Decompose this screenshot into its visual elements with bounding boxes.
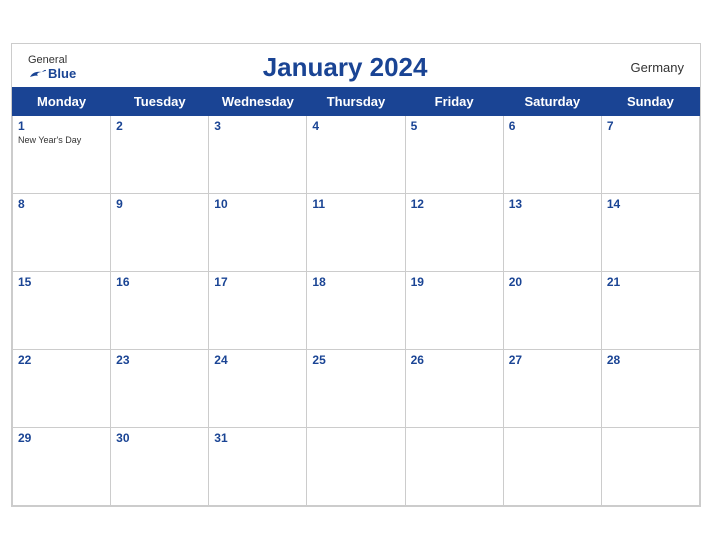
table-row: 28 (601, 350, 699, 428)
table-row: 8 (13, 194, 111, 272)
table-row: 3 (209, 116, 307, 194)
day-number: 15 (18, 275, 105, 289)
day-number: 27 (509, 353, 596, 367)
logo-area: General Blue (28, 54, 76, 81)
table-row: 29 (13, 428, 111, 506)
table-row: 30 (111, 428, 209, 506)
day-number: 13 (509, 197, 596, 211)
calendar-title: January 2024 (263, 52, 428, 83)
day-number: 3 (214, 119, 301, 133)
calendar-week-row: 22 23 24 25 26 27 28 (13, 350, 700, 428)
day-number: 16 (116, 275, 203, 289)
calendar-week-row: 15 16 17 18 19 20 21 (13, 272, 700, 350)
country-label: Germany (614, 60, 684, 75)
holiday-label: New Year's Day (18, 135, 105, 145)
day-number: 9 (116, 197, 203, 211)
logo-blue-text: Blue (28, 66, 76, 81)
day-number: 2 (116, 119, 203, 133)
day-number: 18 (312, 275, 399, 289)
table-row: 15 (13, 272, 111, 350)
day-number: 12 (411, 197, 498, 211)
day-number: 31 (214, 431, 301, 445)
day-number: 21 (607, 275, 694, 289)
table-row: 18 (307, 272, 405, 350)
day-number: 19 (411, 275, 498, 289)
calendar-header: General Blue January 2024 Germany (12, 44, 700, 87)
header-friday: Friday (405, 88, 503, 116)
header-thursday: Thursday (307, 88, 405, 116)
day-number: 26 (411, 353, 498, 367)
day-number: 22 (18, 353, 105, 367)
table-row: 2 (111, 116, 209, 194)
day-number: 29 (18, 431, 105, 445)
table-row: 10 (209, 194, 307, 272)
day-number: 17 (214, 275, 301, 289)
table-row: 24 (209, 350, 307, 428)
logo-general-text: General (28, 54, 67, 66)
header-wednesday: Wednesday (209, 88, 307, 116)
day-number: 14 (607, 197, 694, 211)
day-number: 25 (312, 353, 399, 367)
table-row: 14 (601, 194, 699, 272)
weekday-header-row: Monday Tuesday Wednesday Thursday Friday… (13, 88, 700, 116)
header-sunday: Sunday (601, 88, 699, 116)
header-saturday: Saturday (503, 88, 601, 116)
header-monday: Monday (13, 88, 111, 116)
day-number: 4 (312, 119, 399, 133)
day-number: 20 (509, 275, 596, 289)
day-number: 1 (18, 119, 105, 133)
table-row: 7 (601, 116, 699, 194)
day-number: 23 (116, 353, 203, 367)
table-row (405, 428, 503, 506)
table-row: 5 (405, 116, 503, 194)
calendar-week-row: 1 New Year's Day 234567 (13, 116, 700, 194)
calendar-container: General Blue January 2024 Germany Monday… (11, 43, 701, 507)
table-row: 6 (503, 116, 601, 194)
header-tuesday: Tuesday (111, 88, 209, 116)
table-row: 13 (503, 194, 601, 272)
day-number: 6 (509, 119, 596, 133)
table-row: 31 (209, 428, 307, 506)
table-row: 21 (601, 272, 699, 350)
table-row: 17 (209, 272, 307, 350)
table-row: 1 New Year's Day (13, 116, 111, 194)
table-row: 22 (13, 350, 111, 428)
table-row: 12 (405, 194, 503, 272)
calendar-week-row: 29 30 31 (13, 428, 700, 506)
day-number: 8 (18, 197, 105, 211)
table-row: 11 (307, 194, 405, 272)
calendar-grid: Monday Tuesday Wednesday Thursday Friday… (12, 87, 700, 506)
table-row: 16 (111, 272, 209, 350)
day-number: 30 (116, 431, 203, 445)
table-row: 9 (111, 194, 209, 272)
table-row: 27 (503, 350, 601, 428)
logo-bird-icon (28, 67, 46, 81)
calendar-week-row: 89 10 11 12 13 14 (13, 194, 700, 272)
table-row: 19 (405, 272, 503, 350)
day-number: 28 (607, 353, 694, 367)
table-row: 20 (503, 272, 601, 350)
table-row: 26 (405, 350, 503, 428)
table-row (307, 428, 405, 506)
day-number: 24 (214, 353, 301, 367)
table-row: 4 (307, 116, 405, 194)
day-number: 10 (214, 197, 301, 211)
day-number: 11 (312, 197, 399, 211)
day-number: 7 (607, 119, 694, 133)
table-row: 25 (307, 350, 405, 428)
table-row (601, 428, 699, 506)
table-row: 23 (111, 350, 209, 428)
day-number: 5 (411, 119, 498, 133)
table-row (503, 428, 601, 506)
